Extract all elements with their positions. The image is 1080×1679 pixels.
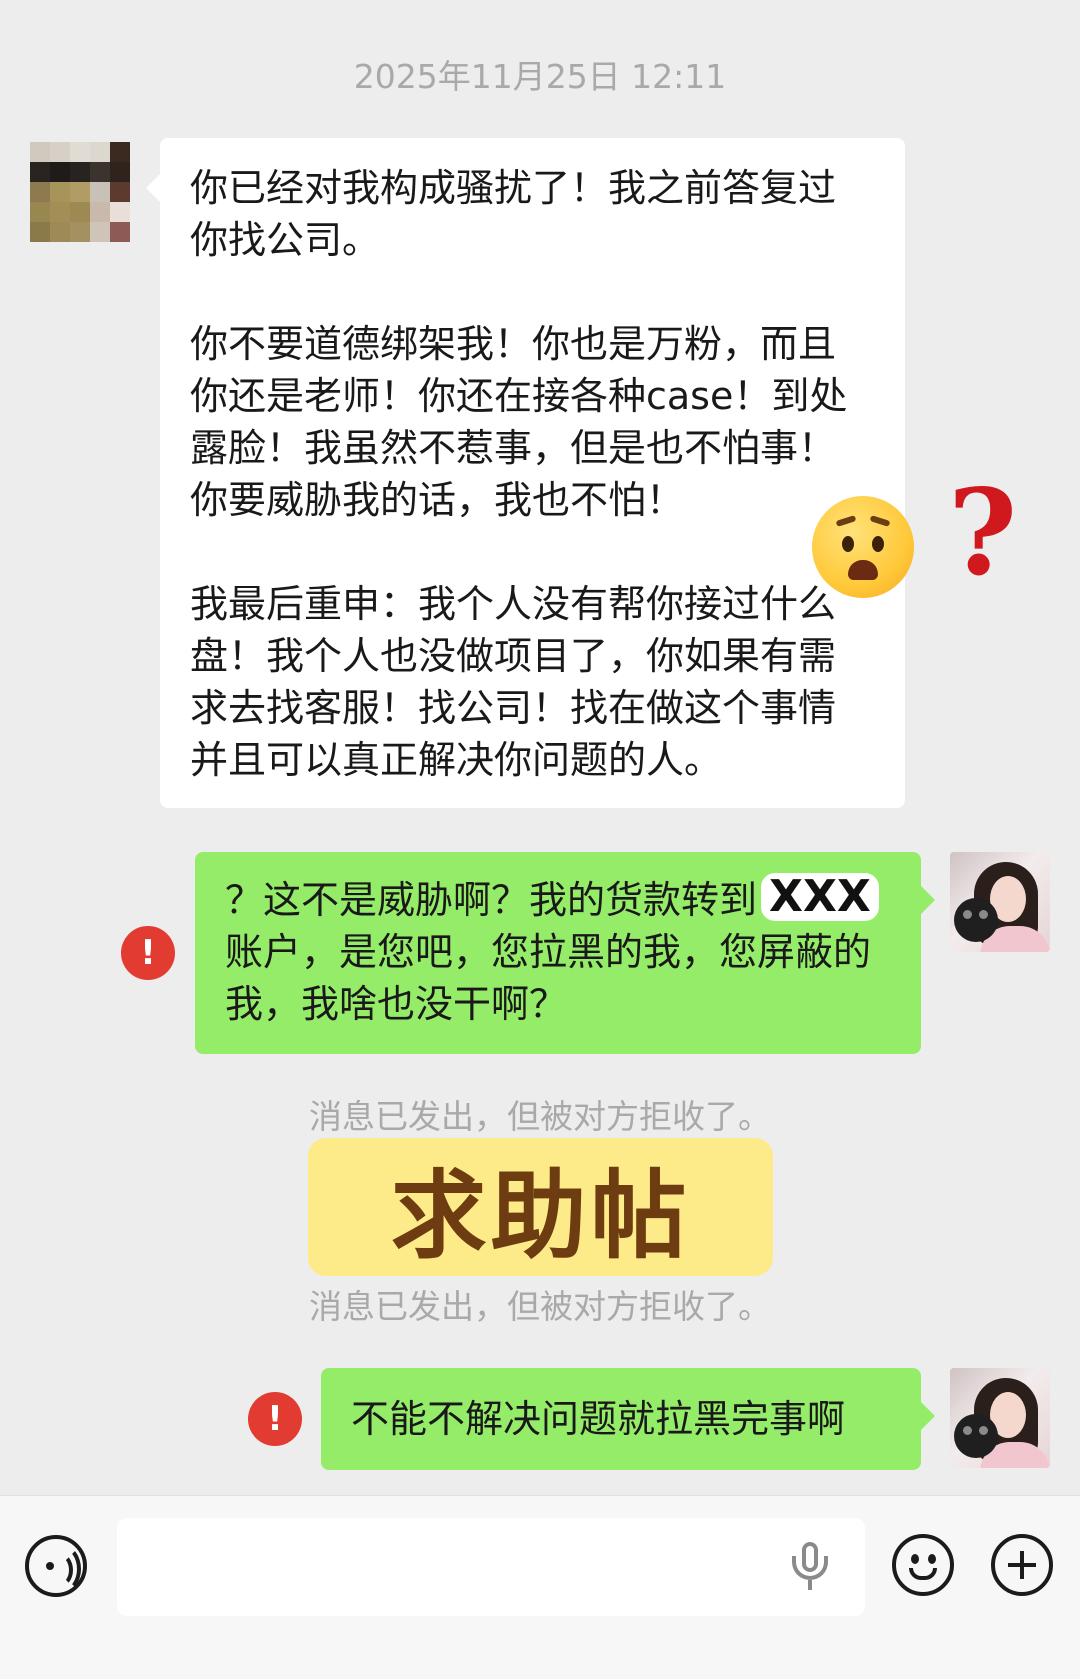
send-failed-icon[interactable]: !: [248, 1392, 302, 1446]
help-post-banner: 求助帖: [308, 1138, 773, 1276]
message-timestamp: 2025年11月25日 12:11: [353, 57, 727, 96]
question-mark-annotation: ?: [948, 463, 1018, 602]
send-failed-icon[interactable]: !: [121, 926, 175, 980]
incoming-message-bubble[interactable]: 你已经对我构成骚扰了！我之前答复过你找公司。 你不要道德绑架我！你也是万粉，而且…: [146, 138, 905, 808]
incoming-message-paragraph: 你已经对我构成骚扰了！我之前答复过你找公司。: [190, 166, 837, 262]
emoji-icon[interactable]: [892, 1534, 954, 1596]
rejected-notice: 消息已发出，但被对方拒收了。: [309, 1097, 771, 1136]
chat-input-bar: [0, 1495, 1080, 1679]
user-avatar[interactable]: [950, 852, 1050, 952]
outgoing-message-text: ？这不是威胁啊？我的货款转到: [225, 878, 758, 922]
plus-icon[interactable]: [991, 1534, 1053, 1596]
incoming-message-paragraph: 你不要道德绑架我！你也是万粉，而且你还是老师！你还在接各种case！到处露脸！我…: [190, 322, 848, 522]
outgoing-message-text: 账户，是您吧，您拉黑的我，您屏蔽的我，我啥也没干啊？: [225, 930, 872, 1026]
pixelated-avatar-image: [30, 142, 130, 242]
incoming-message-paragraph: 我最后重申：我个人没有帮你接过什么盘！我个人也没做项目了，你如果有需求去找客服！…: [190, 582, 837, 782]
message-input[interactable]: [117, 1518, 865, 1616]
redacted-name-label: XXX: [761, 873, 879, 921]
user-avatar[interactable]: [950, 1368, 1050, 1468]
microphone-icon[interactable]: [790, 1542, 830, 1592]
worried-face-emoji-icon: [812, 496, 914, 598]
contact-avatar[interactable]: [30, 142, 130, 242]
outgoing-message-bubble[interactable]: ？这不是威胁啊？我的货款转到 XXX 账户，是您吧，您拉黑的我，您屏蔽的我，我啥也没…: [195, 852, 935, 1054]
voice-icon[interactable]: [25, 1535, 87, 1597]
outgoing-message-text: 不能不解决问题就拉黑完事啊: [351, 1397, 846, 1441]
rejected-notice: 消息已发出，但被对方拒收了。: [309, 1287, 771, 1326]
outgoing-message-bubble[interactable]: 不能不解决问题就拉黑完事啊: [321, 1368, 935, 1470]
